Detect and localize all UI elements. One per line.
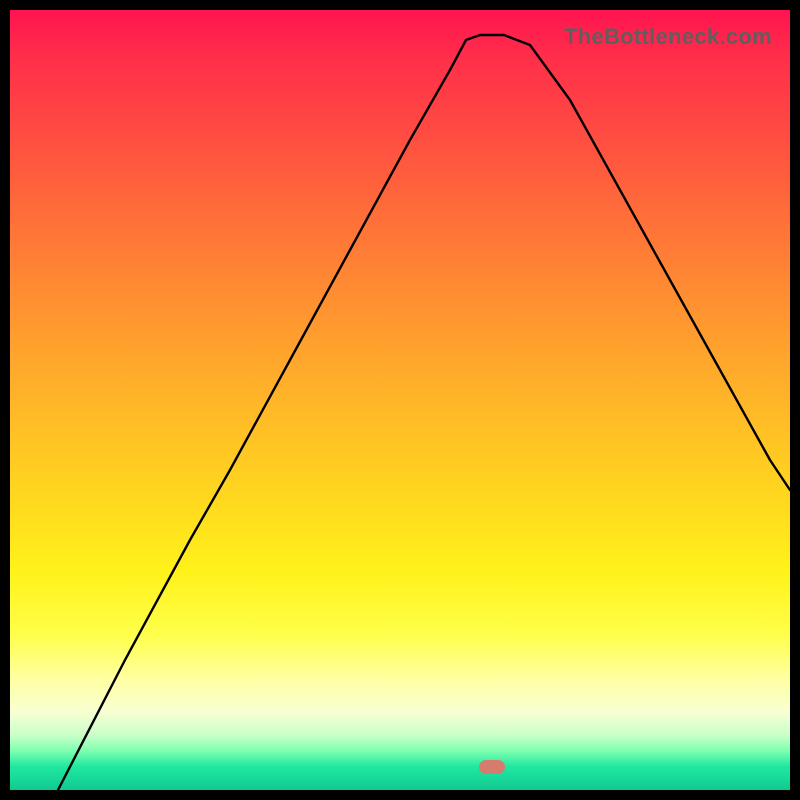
chart-frame: TheBottleneck.com [0,0,800,800]
plot-area: TheBottleneck.com [10,10,790,790]
bottleneck-curve [10,10,790,790]
optimal-point-marker [479,760,505,774]
